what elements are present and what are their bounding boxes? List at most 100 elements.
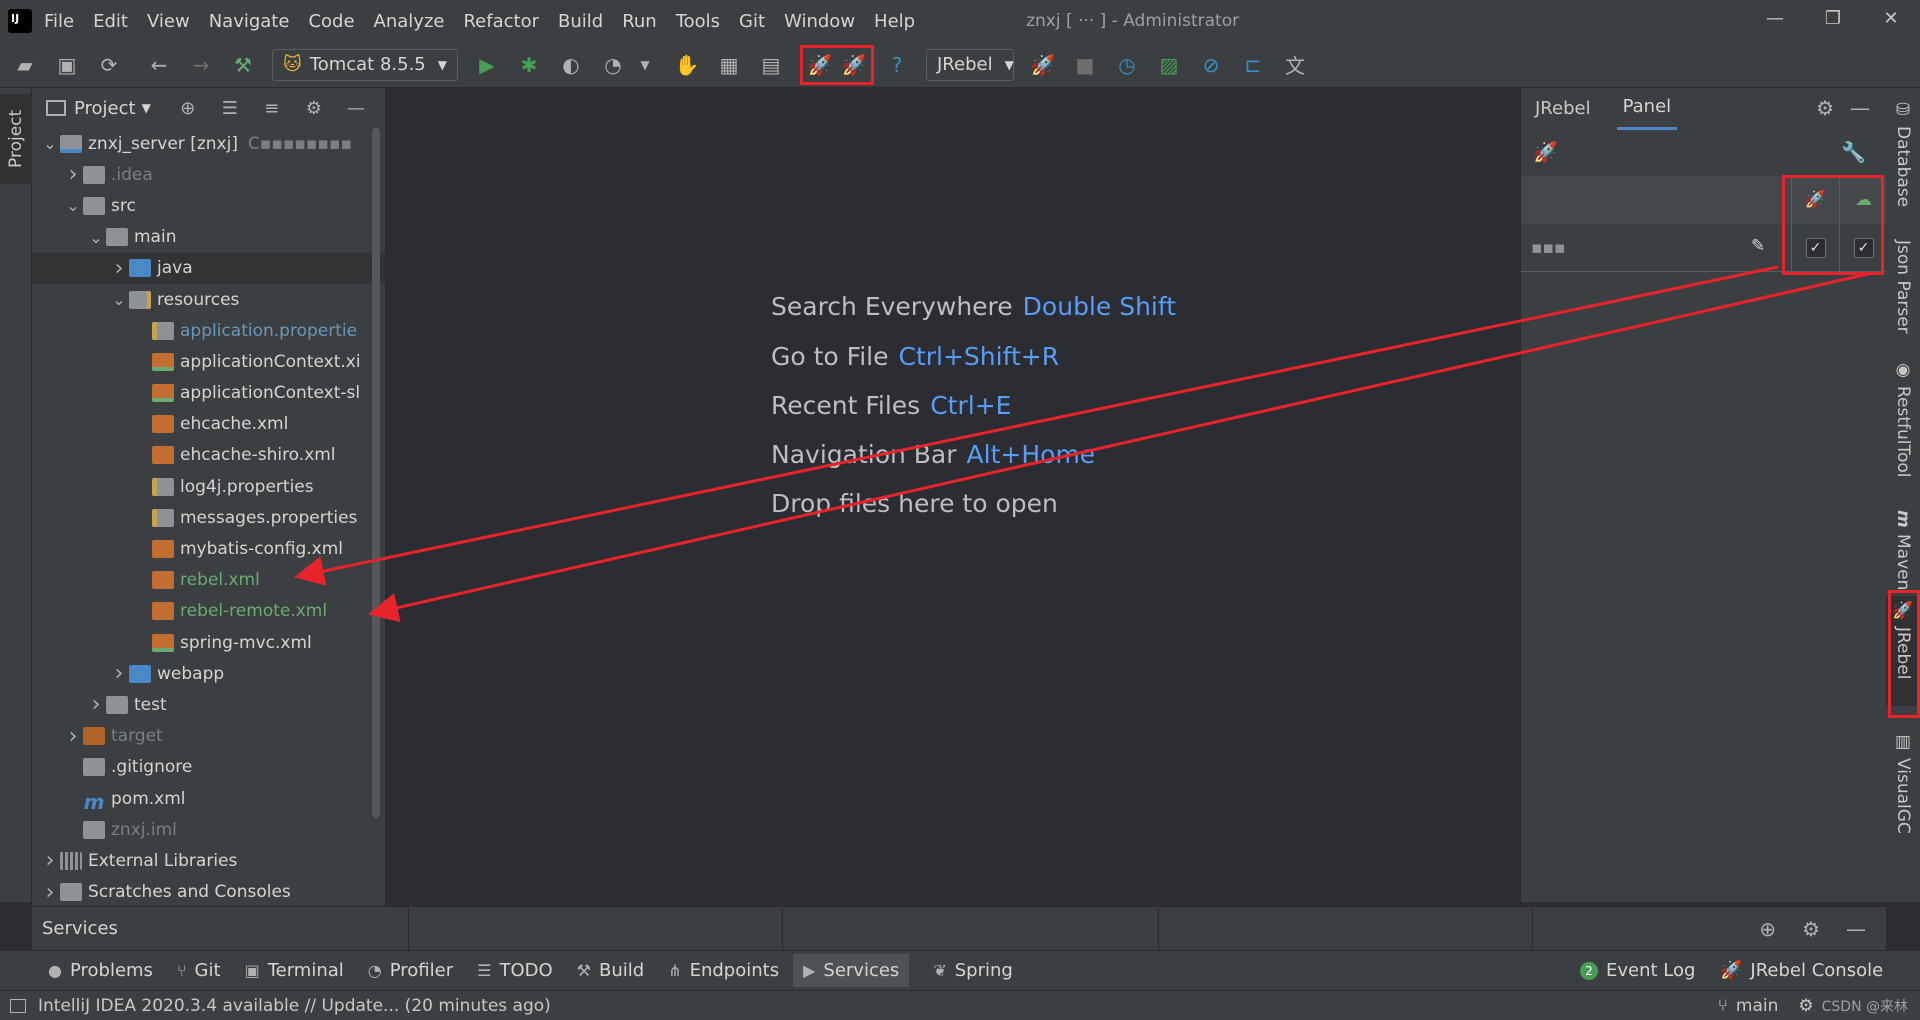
menu-code[interactable]: Code bbox=[308, 11, 354, 32]
chevron-right-icon[interactable]: › bbox=[63, 162, 83, 187]
chevron-right-icon[interactable]: › bbox=[40, 880, 60, 905]
link-icon[interactable]: ⊏ bbox=[1240, 52, 1266, 78]
tab-jrebel-console[interactable]: 🚀 JRebel Console bbox=[1720, 960, 1883, 981]
jrebel-config-select[interactable]: JRebel ▼ bbox=[926, 48, 1014, 81]
chevron-down-icon[interactable]: ▼ bbox=[142, 101, 151, 115]
menu-refactor[interactable]: Refactor bbox=[463, 11, 539, 32]
tree-item[interactable]: rebel.xml bbox=[32, 565, 385, 596]
minimize-icon[interactable]: — bbox=[1760, 8, 1790, 29]
tab-terminal[interactable]: ▣ Terminal bbox=[245, 960, 344, 981]
scrollbar[interactable] bbox=[372, 128, 380, 818]
tool-tab-visualgc[interactable]: ▥ VisualGC bbox=[1886, 728, 1920, 848]
tree-item[interactable]: applicationContext.xi bbox=[32, 346, 385, 377]
save-icon[interactable]: ▣ bbox=[54, 52, 80, 78]
tab-git[interactable]: ⑂ Git bbox=[177, 960, 221, 981]
chevron-right-icon[interactable]: › bbox=[109, 256, 129, 281]
tab-todo[interactable]: ☰ TODO bbox=[477, 960, 553, 981]
tree-item[interactable]: › java bbox=[32, 252, 385, 284]
menu-analyze[interactable]: Analyze bbox=[374, 11, 445, 32]
tab-panel[interactable]: Panel bbox=[1616, 86, 1678, 130]
expand-all-icon[interactable]: ☰ bbox=[217, 98, 243, 119]
menu-window[interactable]: Window bbox=[784, 11, 855, 32]
tree-item[interactable]: m pom.xml bbox=[32, 783, 385, 814]
chevron-down-icon[interactable]: ⌄ bbox=[86, 228, 106, 247]
tree-item[interactable]: ⌄ src bbox=[32, 190, 385, 221]
gear-icon[interactable]: ⚙ bbox=[1802, 917, 1820, 941]
project-tool-tab[interactable]: Project bbox=[0, 94, 32, 184]
locate-icon[interactable]: ⊕ bbox=[175, 98, 201, 119]
chevron-down-icon[interactable]: ⌄ bbox=[109, 290, 129, 309]
gear-icon[interactable]: ⚙ bbox=[1816, 96, 1834, 120]
hide-icon[interactable]: — bbox=[343, 98, 369, 119]
gear-icon[interactable]: ⚙ bbox=[301, 98, 327, 119]
tree-item[interactable]: › .idea bbox=[32, 159, 385, 190]
chevron-right-icon[interactable]: › bbox=[63, 724, 83, 749]
jrebel-debug-icon[interactable]: 🚀 bbox=[841, 52, 867, 78]
tree-item[interactable]: znxj.iml bbox=[32, 814, 385, 845]
jrebel-run-icon[interactable]: 🚀 bbox=[807, 52, 833, 78]
debug-icon[interactable]: ✱ bbox=[516, 52, 542, 78]
run-config-select[interactable]: 🐱 Tomcat 8.5.5 ▼ bbox=[272, 48, 458, 81]
menu-file[interactable]: File bbox=[44, 11, 74, 32]
tool-tab-json-parser[interactable]: Json Parser bbox=[1886, 236, 1920, 366]
tree-item[interactable]: mybatis-config.xml bbox=[32, 533, 385, 564]
collapse-all-icon[interactable]: ≡ bbox=[259, 98, 285, 119]
help-icon[interactable]: ? bbox=[884, 52, 910, 78]
translate-icon[interactable]: 文 bbox=[1282, 52, 1308, 78]
close-icon[interactable]: ✕ bbox=[1876, 8, 1906, 29]
chevron-right-icon[interactable]: › bbox=[86, 692, 106, 717]
sync-icon[interactable]: ⟳ bbox=[96, 52, 122, 78]
status-message[interactable]: IntelliJ IDEA 2020.3.4 available // Upda… bbox=[38, 996, 551, 1016]
project-view-select[interactable]: Project bbox=[74, 98, 136, 119]
chevron-down-icon[interactable]: ⌄ bbox=[40, 134, 60, 153]
tree-item[interactable]: ⌄ main bbox=[32, 222, 385, 253]
tree-item[interactable]: log4j.properties bbox=[32, 471, 385, 502]
chevron-down-icon[interactable]: ⌄ bbox=[63, 196, 83, 215]
monitor-icon[interactable]: ▨ bbox=[1156, 52, 1182, 78]
disable-icon[interactable]: ⊘ bbox=[1198, 52, 1224, 78]
tab-profiler[interactable]: ◔ Profiler bbox=[368, 960, 453, 981]
tree-item[interactable]: › target bbox=[32, 721, 385, 752]
tree-item[interactable]: ⌄ znxj_server [znxj] C▪▪▪▪▪▪▪▪ bbox=[32, 128, 385, 159]
chevron-right-icon[interactable]: › bbox=[40, 848, 60, 873]
restore-icon[interactable]: ❐ bbox=[1818, 8, 1848, 29]
layout-icon[interactable] bbox=[10, 998, 26, 1013]
menu-build[interactable]: Build bbox=[558, 11, 603, 32]
tab-spring[interactable]: ❦ Spring bbox=[933, 960, 1013, 981]
tree-item[interactable]: applicationContext-sl bbox=[32, 378, 385, 409]
attach-icon[interactable]: ✋ bbox=[674, 52, 700, 78]
menu-view[interactable]: View bbox=[147, 11, 190, 32]
more-icon[interactable]: ▼ bbox=[632, 52, 658, 78]
build-hammer-icon[interactable]: ⚒ bbox=[230, 52, 256, 78]
tree-item[interactable]: ehcache.xml bbox=[32, 409, 385, 440]
update-icon[interactable]: ▦ bbox=[716, 52, 742, 78]
menu-git[interactable]: Git bbox=[739, 11, 765, 32]
profile-icon[interactable]: ◔ bbox=[600, 52, 626, 78]
hide-icon[interactable]: — bbox=[1846, 917, 1866, 941]
tree-item[interactable]: › Scratches and Consoles bbox=[32, 877, 385, 908]
tree-item[interactable]: ⌄ resources bbox=[32, 284, 385, 315]
tree-item[interactable]: application.propertie bbox=[32, 315, 385, 346]
tab-problems[interactable]: ● Problems bbox=[48, 960, 153, 981]
wrench-icon[interactable]: 🔧 bbox=[1841, 140, 1866, 164]
stop-icon[interactable]: ■ bbox=[1072, 52, 1098, 78]
menu-run[interactable]: Run bbox=[622, 11, 657, 32]
tree-item[interactable]: spring-mvc.xml bbox=[32, 627, 385, 658]
hide-icon[interactable]: — bbox=[1850, 96, 1870, 120]
menu-navigate[interactable]: Navigate bbox=[209, 11, 290, 32]
tab-event-log[interactable]: 2 Event Log bbox=[1580, 960, 1695, 981]
tab-build[interactable]: ⚒ Build bbox=[577, 960, 645, 981]
run-icon[interactable]: ▶ bbox=[474, 52, 500, 78]
forward-icon[interactable]: → bbox=[188, 52, 214, 78]
menu-tools[interactable]: Tools bbox=[676, 11, 720, 32]
git-branch[interactable]: main bbox=[1736, 996, 1778, 1016]
back-icon[interactable]: ← bbox=[146, 52, 172, 78]
open-icon[interactable]: ▰ bbox=[12, 52, 38, 78]
tree-item[interactable]: rebel-remote.xml bbox=[32, 596, 385, 627]
tab-services[interactable]: ▶ Services bbox=[793, 954, 910, 987]
stop-build-icon[interactable]: ▤ bbox=[758, 52, 784, 78]
locate-icon[interactable]: ⊕ bbox=[1759, 917, 1776, 941]
tab-jrebel[interactable]: JRebel bbox=[1529, 88, 1597, 129]
menu-edit[interactable]: Edit bbox=[93, 11, 128, 32]
editor-empty-area[interactable]: Search Everywhere Double Shift Go to File C… bbox=[386, 88, 1518, 902]
